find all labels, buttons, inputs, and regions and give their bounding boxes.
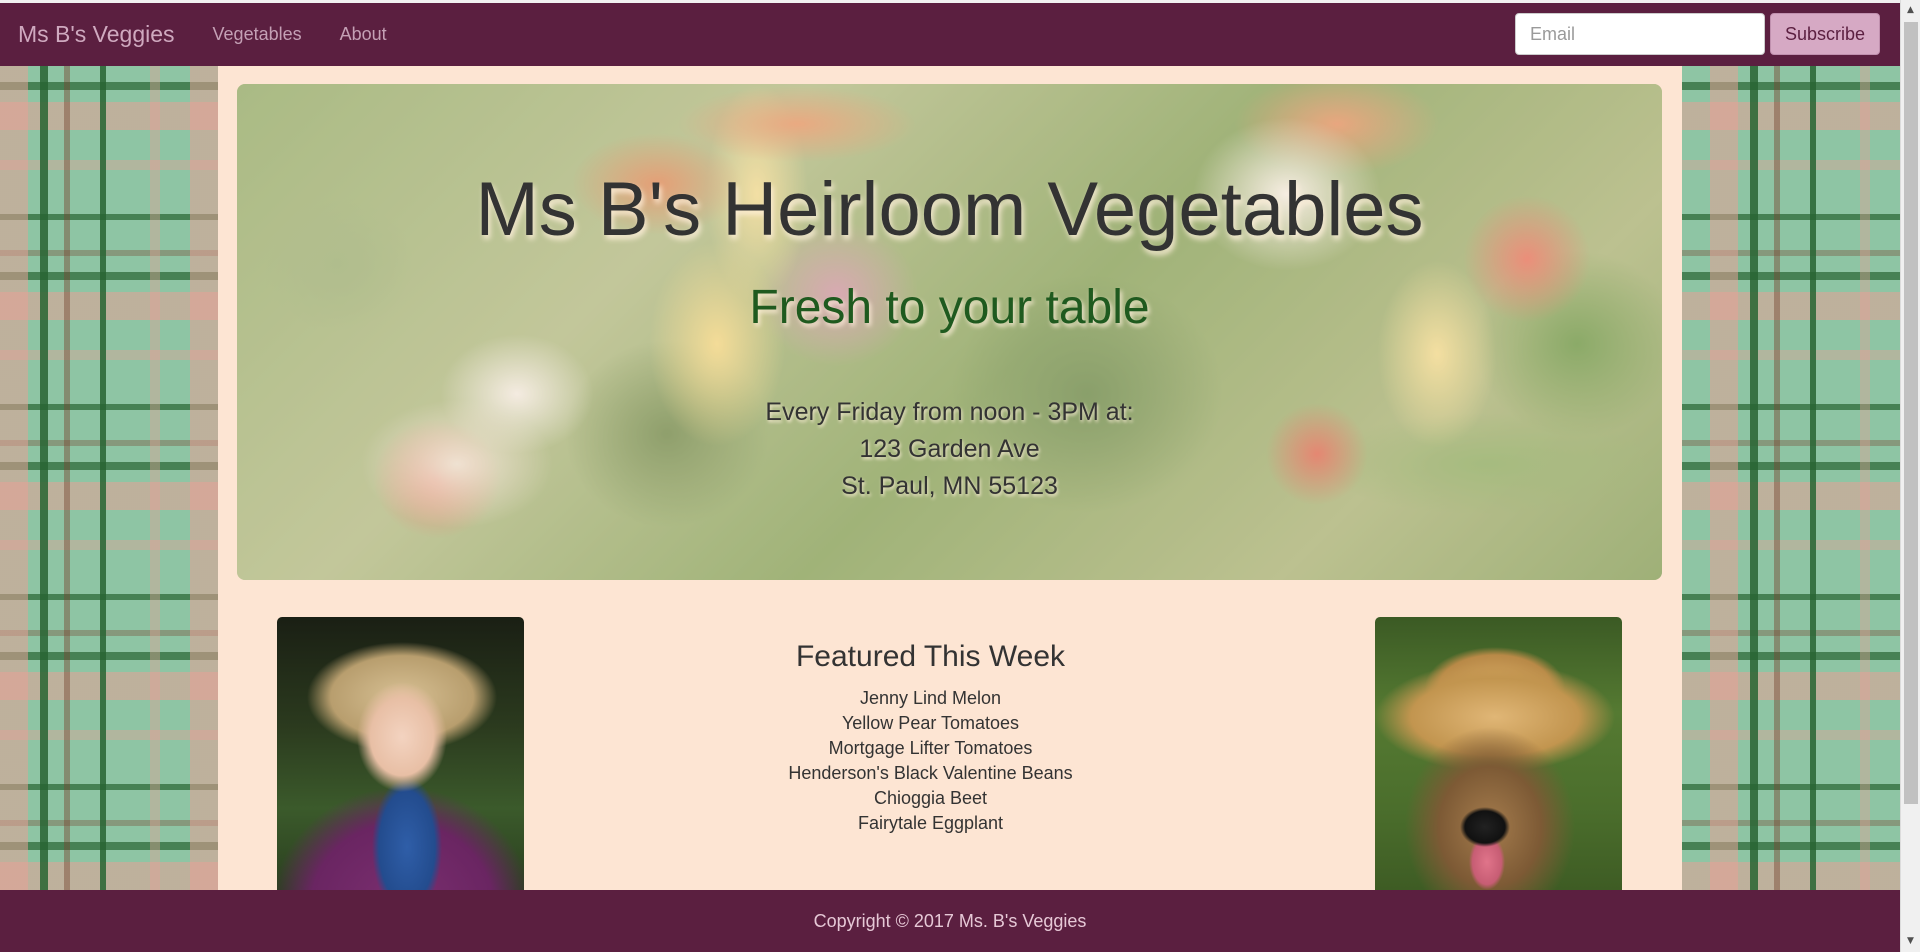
subscribe-button[interactable]: Subscribe xyxy=(1769,13,1880,55)
featured-list: Jenny Lind Melon Yellow Pear Tomatoes Mo… xyxy=(698,686,1163,836)
featured-heading: Featured This Week xyxy=(795,640,1066,673)
subscribe-form: Subscribe xyxy=(1514,13,1880,55)
copyright-text: Copyright © 2017 Ms. B's Veggies xyxy=(813,910,1087,931)
nav-link-vegetables[interactable]: Vegetables xyxy=(213,24,302,45)
featured-item: Mortgage Lifter Tomatoes xyxy=(828,738,1033,758)
brand-link[interactable]: Ms B's Veggies xyxy=(18,21,175,48)
featured-item: Yellow Pear Tomatoes xyxy=(841,713,1020,733)
navbar: Ms B's Veggies Vegetables About Subscrib… xyxy=(0,3,1900,66)
featured-item: Fairytale Eggplant xyxy=(857,813,1004,833)
market-schedule: Every Friday from noon - 3PM at: xyxy=(765,398,1134,426)
featured-item: Chioggia Beet xyxy=(873,788,988,808)
scroll-down-icon[interactable]: ▼ xyxy=(1901,933,1920,950)
market-address-line1: 123 Garden Ave xyxy=(859,435,1040,463)
scroll-up-icon[interactable]: ▲ xyxy=(1901,2,1920,19)
main-content: Ms B's Heirloom Vegetables Fresh to your… xyxy=(218,66,1682,890)
page: Ms B's Veggies Vegetables About Subscrib… xyxy=(0,0,1900,952)
hero-title: Ms B's Heirloom Vegetables xyxy=(475,167,1424,252)
featured-section: Featured This Week Jenny Lind Melon Yell… xyxy=(698,640,1163,836)
footer: Copyright © 2017 Ms. B's Veggies xyxy=(0,890,1900,952)
woman-in-hat-photo xyxy=(277,617,524,890)
scrollbar-thumb[interactable] xyxy=(1904,22,1918,804)
email-input[interactable] xyxy=(1514,13,1765,55)
nav-link-about[interactable]: About xyxy=(340,24,387,45)
market-info: Every Friday from noon - 3PM at: 123 Gar… xyxy=(237,394,1662,505)
featured-item: Henderson's Black Valentine Beans xyxy=(788,763,1073,783)
featured-item: Jenny Lind Melon xyxy=(859,688,1002,708)
market-address-line2: St. Paul, MN 55123 xyxy=(841,472,1058,500)
dog-in-hat-photo xyxy=(1375,617,1622,890)
hero-banner: Ms B's Heirloom Vegetables Fresh to your… xyxy=(237,84,1662,580)
vertical-scrollbar[interactable]: ▲ ▼ xyxy=(1900,0,1920,952)
hero-subtitle: Fresh to your table xyxy=(749,281,1150,334)
